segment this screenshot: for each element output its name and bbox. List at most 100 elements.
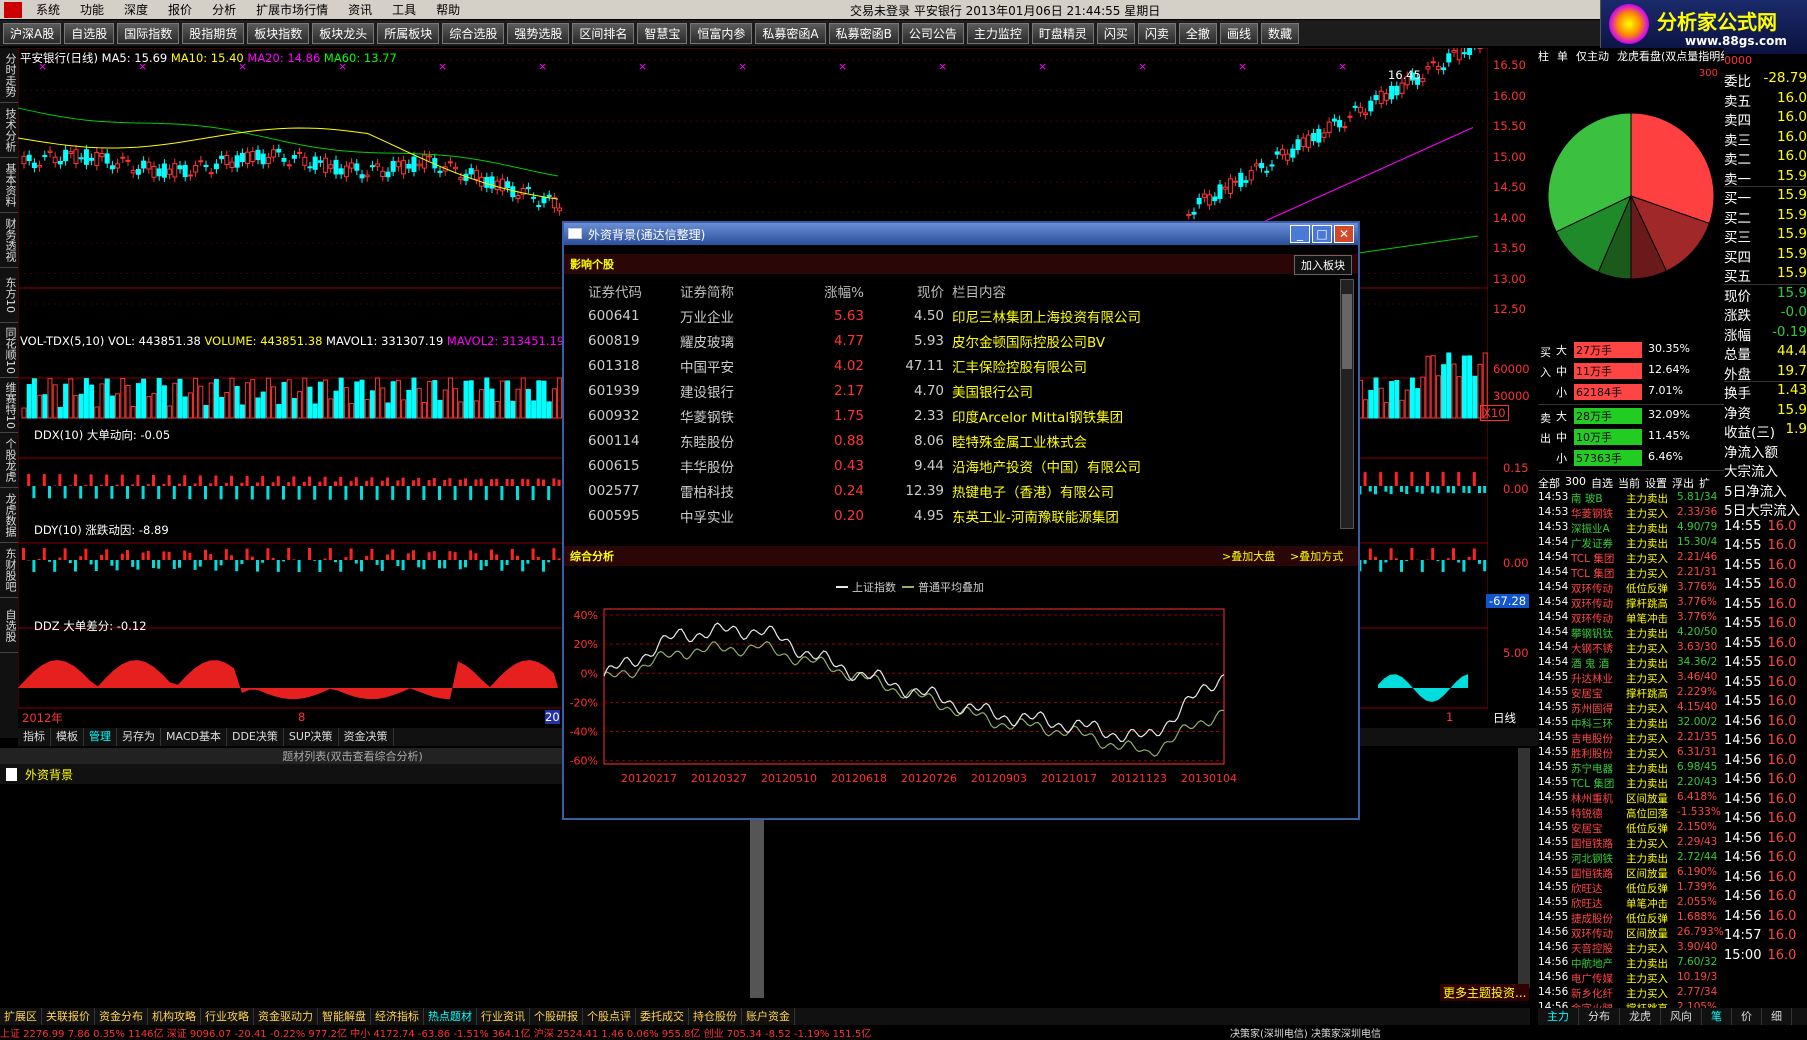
function-tab[interactable]: 个股点评 xyxy=(583,1008,636,1025)
flow-row[interactable]: 14:55TCL 集团主力卖出2.20/43 xyxy=(1538,776,1724,791)
flow-row[interactable]: 14:53深振业A主力卖出4.90/79 xyxy=(1538,521,1724,536)
toolbar-button[interactable]: 恒富内参 xyxy=(690,23,752,44)
col-price[interactable]: 现价 xyxy=(864,278,944,303)
function-tab[interactable]: 机构攻略 xyxy=(148,1008,201,1025)
flow-view-tab[interactable]: 仅主动 xyxy=(1576,48,1609,66)
flow-row[interactable]: 14:54双环传动单笔冲击3.776% xyxy=(1538,611,1724,626)
indicator-tab[interactable]: 另存为 xyxy=(117,728,161,746)
flow-view-tab[interactable]: 单 xyxy=(1557,48,1568,66)
left-tab[interactable]: 维赛特10 xyxy=(0,378,18,433)
stock-row[interactable]: 600615丰华股份0.439.44沿海地产投资（中国）有限公司 xyxy=(574,453,1324,478)
flow-view-tab[interactable]: 龙虎看盘(双点量指明细) xyxy=(1617,48,1724,66)
toolbar-button[interactable]: 沪深A股 xyxy=(3,23,61,44)
function-tab[interactable]: 资金分布 xyxy=(95,1008,148,1025)
more-topics-link[interactable]: 更多主题投资... xyxy=(1440,984,1529,1001)
stock-row[interactable]: 600641万业企业5.634.50印尼三林集团上海投资有限公司 xyxy=(574,303,1324,328)
indicator-tab[interactable]: 资金决策 xyxy=(339,728,394,746)
flow-row[interactable]: 14:54大钢不锈主力买入3.63/30 xyxy=(1538,641,1724,656)
indicator-tab[interactable]: 模板 xyxy=(51,728,84,746)
toolbar-button[interactable]: 强势选股 xyxy=(507,23,569,44)
flow-row[interactable]: 14:54双环传动撑杆跳高3.776% xyxy=(1538,596,1724,611)
indicator-tab[interactable]: MACD基本 xyxy=(161,728,227,746)
toolbar-button[interactable]: 所属板块 xyxy=(377,23,439,44)
left-tab[interactable]: 分时走势 xyxy=(0,48,18,103)
left-tab[interactable]: 个股龙虎榜 xyxy=(0,433,18,488)
flow-row[interactable]: 14:55林州重机区间放量6.418% xyxy=(1538,791,1724,806)
function-tab[interactable]: 资金驱动力 xyxy=(254,1008,318,1025)
toolbar-button[interactable]: 智慧宝 xyxy=(637,23,687,44)
col-change[interactable]: 涨幅% xyxy=(784,278,864,303)
menu-system[interactable]: 系统 xyxy=(26,1,70,18)
toolbar-button[interactable]: 自选股 xyxy=(64,23,114,44)
left-tab[interactable]: 技术分析 xyxy=(0,103,18,158)
flow-row[interactable]: 14:54广发证券主力卖出15.30/4 xyxy=(1538,536,1724,551)
toolbar-button[interactable]: 全撤 xyxy=(1179,23,1217,44)
minimize-button[interactable]: _ xyxy=(1290,225,1310,243)
overlay-mode-link[interactable]: >叠加方式 xyxy=(1290,548,1343,564)
menu-depth[interactable]: 深度 xyxy=(114,1,158,18)
scrollbar-thumb[interactable] xyxy=(1342,294,1352,369)
menu-quote[interactable]: 报价 xyxy=(158,1,202,18)
toolbar-button[interactable]: 数藏 xyxy=(1261,23,1299,44)
flow-filter-tab[interactable]: 当前 xyxy=(1618,475,1640,491)
flow-row[interactable]: 14:55欣旺达低位反弹1.739% xyxy=(1538,881,1724,896)
stock-row[interactable]: 600932华菱钢铁1.752.33印度Arcelor Mittal钢铁集团 xyxy=(574,403,1324,428)
indicator-tab[interactable]: 指标 xyxy=(18,728,51,746)
toolbar-button[interactable]: 私募密函B xyxy=(829,23,899,44)
menu-help[interactable]: 帮助 xyxy=(426,1,470,18)
toolbar-button[interactable]: 板块龙头 xyxy=(312,23,374,44)
function-tab[interactable]: 智能解盘 xyxy=(318,1008,371,1025)
function-tab[interactable]: 账户资金 xyxy=(742,1008,795,1025)
toolbar-button[interactable]: 国际指数 xyxy=(117,23,179,44)
flow-row[interactable]: 14:55特锐德高位回落-1.533% xyxy=(1538,806,1724,821)
flow-row[interactable]: 14:55中科三环主力卖出32.00/2 xyxy=(1538,716,1724,731)
flow-row[interactable]: 14:55吉电股份主力买入2.21/35 xyxy=(1538,731,1724,746)
bottom-view-tab[interactable]: 价 xyxy=(1732,1008,1762,1025)
function-tab[interactable]: 行业攻略 xyxy=(201,1008,254,1025)
toolbar-button[interactable]: 私募密函A xyxy=(755,23,825,44)
menu-info[interactable]: 资讯 xyxy=(338,1,382,18)
stock-row[interactable]: 600114东睦股份0.888.06睦特殊金属工业株式会 xyxy=(574,428,1324,453)
left-tab[interactable]: 基本资料 xyxy=(0,158,18,213)
flow-row[interactable]: 14:56电广传媒主力买入10.19/3 xyxy=(1538,971,1724,986)
function-tab[interactable]: 个股研报 xyxy=(530,1008,583,1025)
flow-filter-tab[interactable]: 全部 xyxy=(1538,475,1560,491)
left-tab[interactable]: 自选股 xyxy=(0,598,18,653)
period-label[interactable]: 日线 xyxy=(1493,710,1516,726)
function-tab[interactable]: 热点题材 xyxy=(424,1008,477,1025)
toolbar-button[interactable]: 板块指数 xyxy=(247,23,309,44)
flow-filter-tab[interactable]: 300 xyxy=(1565,475,1586,491)
indicator-tab[interactable]: DDE决策 xyxy=(227,728,284,746)
flow-row[interactable]: 14:54双环传动低位反弹3.776% xyxy=(1538,581,1724,596)
flow-row[interactable]: 14:55安居宝低位反弹2.150% xyxy=(1538,821,1724,836)
function-tab[interactable]: 持仓股份 xyxy=(689,1008,742,1025)
flow-row[interactable]: 14:55升达林业主力买入3.46/40 xyxy=(1538,671,1724,686)
table-scrollbar[interactable] xyxy=(1340,279,1354,529)
col-code[interactable]: 证券代码 xyxy=(574,278,654,303)
left-tab[interactable]: 东方10 xyxy=(0,268,18,323)
flow-filter-tab[interactable]: 自选 xyxy=(1591,475,1613,491)
overlay-market-link[interactable]: >叠加大盘 xyxy=(1222,548,1275,564)
dialog-titlebar[interactable]: 外资背景(通达信整理) _ □ ✕ xyxy=(564,223,1358,245)
toolbar-button[interactable]: 画线 xyxy=(1220,23,1258,44)
maximize-button[interactable]: □ xyxy=(1312,225,1332,243)
function-tab[interactable]: 委托成交 xyxy=(636,1008,689,1025)
bottom-view-tab[interactable]: 细 xyxy=(1762,1008,1792,1025)
splitter-scrollbar[interactable] xyxy=(750,818,764,998)
bottom-view-tab[interactable]: 分布 xyxy=(1579,1008,1620,1025)
stock-row[interactable]: 600595中孚实业0.204.95东英工业-河南豫联能源集团 xyxy=(574,503,1324,528)
toolbar-button[interactable]: 股指期货 xyxy=(182,23,244,44)
function-tab[interactable]: 关联报价 xyxy=(42,1008,95,1025)
left-tab[interactable]: 龙虎数据 xyxy=(0,488,18,543)
toolbar-button[interactable]: 闪买 xyxy=(1097,23,1135,44)
function-tab[interactable]: 行业资讯 xyxy=(477,1008,530,1025)
left-tab[interactable]: 财务透视 xyxy=(0,213,18,268)
flow-row[interactable]: 14:53南 玻B主力卖出5.81/34 xyxy=(1538,491,1724,506)
menu-extended-market[interactable]: 扩展市场行情 xyxy=(246,1,338,18)
stock-row[interactable]: 601318中国平安4.0247.11汇丰保险控股有限公司 xyxy=(574,353,1324,378)
bottom-view-tab[interactable]: 龙虎 xyxy=(1620,1008,1661,1025)
flow-row[interactable]: 14:54TCL 集团主力买入2.21/31 xyxy=(1538,566,1724,581)
flow-row[interactable]: 14:55捷成股份低位反弹1.688% xyxy=(1538,911,1724,926)
stock-row[interactable]: 002577雷柏科技0.2412.39热键电子（香港）有限公司 xyxy=(574,478,1324,503)
bottom-view-tab[interactable]: 风向 xyxy=(1661,1008,1702,1025)
